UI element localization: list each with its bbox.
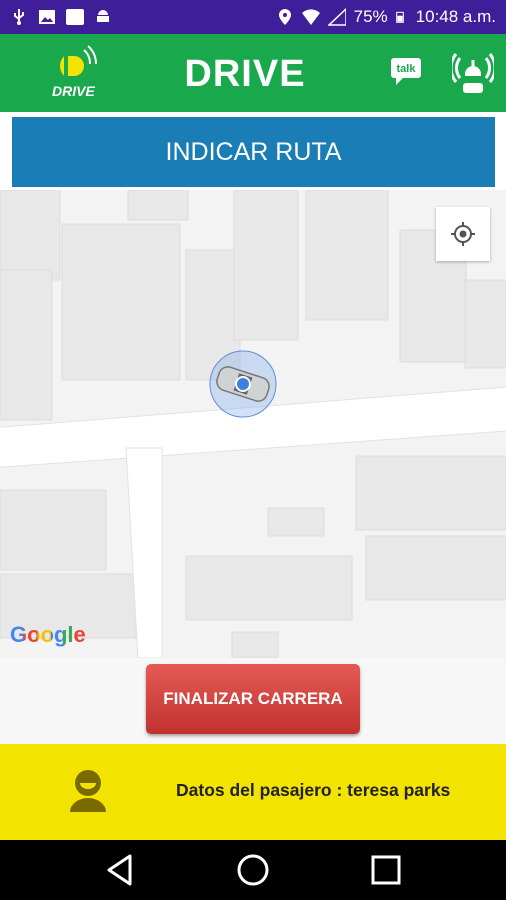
android-icon — [97, 10, 109, 22]
recent-apps-icon[interactable] — [370, 854, 402, 886]
app-title: DRIVE — [184, 53, 306, 95]
talk-icon[interactable]: talk — [390, 57, 422, 87]
indicar-ruta-button[interactable]: INDICAR RUTA — [12, 117, 495, 187]
map-tiles — [0, 190, 506, 658]
battery-icon — [395, 11, 404, 23]
location-icon — [278, 9, 291, 25]
google-logo-text: Google — [10, 622, 86, 647]
google-attribution: Google — [10, 622, 86, 648]
signal-icon — [327, 8, 346, 26]
battery-percent: 75% — [353, 7, 388, 26]
back-icon[interactable] — [104, 853, 136, 887]
my-location-button[interactable] — [436, 207, 490, 261]
drive-logo: DRIVE — [52, 45, 98, 99]
passenger-avatar-icon — [70, 770, 106, 812]
map-view[interactable]: Google — [0, 190, 506, 658]
home-icon[interactable] — [236, 853, 270, 887]
status-bar: 75% 10:48 a.m. — [0, 0, 506, 34]
status-time: 10:48 a.m. — [415, 7, 496, 26]
logo-text: DRIVE — [52, 83, 95, 99]
crosshair-icon — [451, 222, 475, 246]
passenger-info: Datos del pasajero : teresa parks — [176, 780, 451, 800]
talk-label: talk — [397, 63, 417, 75]
image-icon — [39, 10, 55, 24]
usb-icon — [14, 9, 24, 25]
wifi-icon — [301, 9, 320, 25]
alarm-car-icon[interactable] — [452, 50, 494, 96]
white-square-icon — [66, 9, 84, 25]
finalizar-carrera-button[interactable]: FINALIZAR CARRERA — [146, 664, 360, 734]
car-marker-icon — [209, 350, 277, 418]
